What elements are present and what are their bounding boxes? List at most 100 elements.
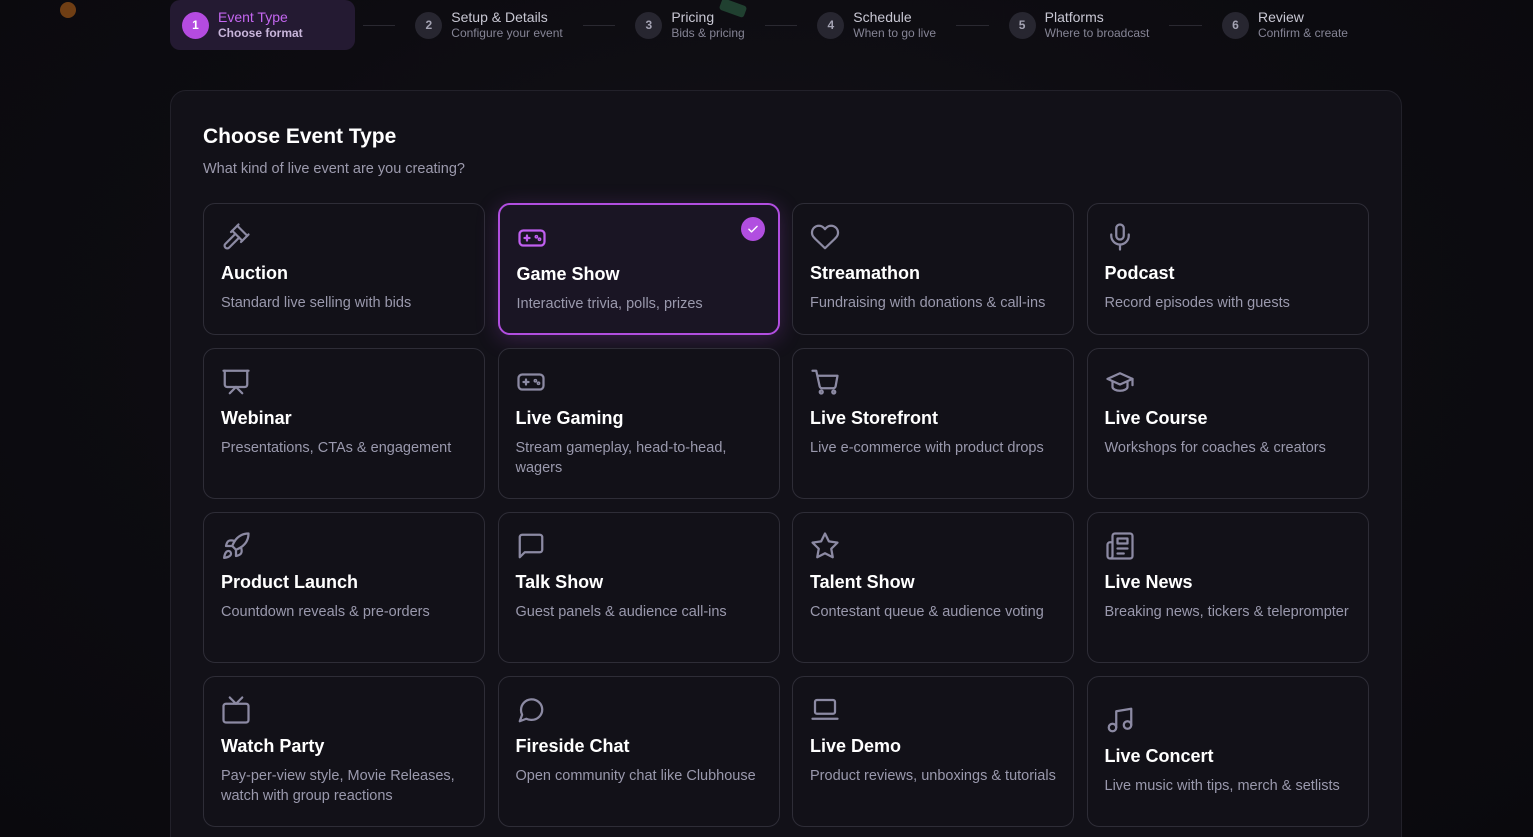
card-live-course[interactable]: Live Course Workshops for coaches & crea… (1086, 348, 1369, 499)
step-subtitle: Where to broadcast (1044, 26, 1150, 40)
message-square-icon (516, 530, 548, 562)
gamepad-icon (517, 222, 549, 254)
card-talent-show[interactable]: Talent Show Contestant queue & audience … (792, 512, 1074, 663)
card-description: Contestant queue & audience voting (810, 604, 1044, 620)
graduation-cap-icon (1105, 366, 1137, 398)
card-title: Live Course (1104, 408, 1208, 428)
card-title: Auction (221, 263, 288, 283)
card-description: Workshops for coaches & creators (1104, 440, 1326, 456)
card-description: Standard live selling with bids (221, 295, 412, 311)
presentation-icon (221, 366, 253, 398)
step-pricing[interactable]: 3 Pricing Bids & pricing (623, 0, 756, 50)
page-subtitle: What kind of live event are you creating… (203, 161, 465, 177)
card-auction[interactable]: Auction Standard live selling with bids (203, 203, 485, 335)
step-connector (362, 24, 396, 26)
card-streamathon[interactable]: Streamathon Fundraising with donations &… (792, 203, 1074, 335)
microphone-icon (1105, 221, 1137, 253)
card-title: Live Demo (810, 736, 902, 756)
card-description: Presentations, CTAs & engagement (221, 440, 452, 456)
card-title: Fireside Chat (515, 736, 630, 756)
step-title: Platforms (1044, 9, 1104, 25)
card-product-launch[interactable]: Product Launch Countdown reveals & pre-o… (203, 512, 485, 663)
step-subtitle: Confirm & create (1257, 26, 1348, 40)
card-description: Stream gameplay, head-to-head, wagers (515, 440, 727, 476)
card-title: Talk Show (515, 572, 604, 592)
step-subtitle: Configure your event (451, 26, 563, 40)
newspaper-icon (1105, 530, 1137, 562)
step-connector (582, 24, 616, 26)
card-live-storefront[interactable]: Live Storefront Live e-commerce with pro… (792, 348, 1074, 499)
gamepad-icon (516, 366, 548, 398)
card-description: Breaking news, tickers & teleprompter (1104, 604, 1349, 620)
step-number: 5 (1008, 11, 1036, 39)
card-description: Open community chat like Clubhouse (515, 768, 756, 784)
card-live-gaming[interactable]: Live Gaming Stream gameplay, head-to-hea… (497, 348, 780, 499)
card-live-concert[interactable]: Live Concert Live music with tips, merch… (1086, 676, 1369, 827)
card-watch-party[interactable]: Watch Party Pay-per-view style, Movie Re… (203, 676, 485, 827)
step-platforms[interactable]: 5 Platforms Where to broadcast (997, 0, 1162, 50)
step-number: 1 (182, 11, 209, 39)
card-title: Podcast (1104, 263, 1175, 283)
card-talk-show[interactable]: Talk Show Guest panels & audience call-i… (497, 512, 780, 663)
step-event-type[interactable]: 1 Event Type Choose format (170, 0, 355, 50)
card-title: Talent Show (810, 572, 915, 592)
cart-icon (810, 366, 842, 398)
step-title: Review (1257, 9, 1304, 25)
step-number: 2 (415, 11, 443, 39)
card-title: Live Gaming (515, 408, 624, 428)
step-setup-details[interactable]: 2 Setup & Details Configure your event (403, 0, 574, 50)
card-title: Webinar (221, 408, 292, 428)
step-subtitle: When to go live (853, 26, 937, 40)
card-title: Watch Party (221, 736, 325, 756)
card-title: Game Show (516, 264, 620, 284)
card-title: Streamathon (810, 263, 921, 283)
step-title: Schedule (853, 9, 912, 25)
step-subtitle: Bids & pricing (671, 26, 745, 40)
step-schedule[interactable]: 4 Schedule When to go live (805, 0, 948, 50)
step-number: 3 (635, 11, 663, 39)
music-icon (1105, 704, 1137, 736)
card-title: Live News (1104, 572, 1193, 592)
step-number: 6 (1221, 11, 1249, 39)
card-description: Guest panels & audience call-ins (515, 604, 727, 620)
event-type-grid: Auction Standard live selling with bids … (203, 203, 1369, 827)
check-icon (740, 217, 765, 241)
card-fireside-chat[interactable]: Fireside Chat Open community chat like C… (497, 676, 780, 827)
card-live-news[interactable]: Live News Breaking news, tickers & telep… (1086, 512, 1369, 663)
card-title: Product Launch (221, 572, 359, 592)
event-type-panel: Choose Event Type What kind of live even… (170, 90, 1402, 837)
card-game-show[interactable]: Game Show Interactive trivia, polls, pri… (497, 203, 780, 335)
message-circle-icon (516, 694, 548, 726)
step-number: 4 (817, 11, 845, 39)
card-description: Record episodes with guests (1104, 295, 1290, 311)
card-webinar[interactable]: Webinar Presentations, CTAs & engagement (203, 348, 485, 499)
gavel-icon (221, 221, 253, 253)
card-live-demo[interactable]: Live Demo Product reviews, unboxings & t… (792, 676, 1074, 827)
confetti-decoration (60, 2, 76, 18)
step-connector (764, 24, 798, 26)
step-subtitle: Choose format (218, 26, 303, 40)
card-description: Interactive trivia, polls, prizes (516, 296, 703, 312)
step-connector (1169, 24, 1202, 26)
step-title: Setup & Details (451, 9, 548, 25)
page-title: Choose Event Type (203, 125, 397, 148)
heart-icon (810, 221, 842, 253)
card-title: Live Storefront (810, 408, 939, 428)
card-description: Pay-per-view style, Movie Releases, watc… (221, 768, 455, 804)
card-description: Countdown reveals & pre-orders (221, 604, 430, 620)
step-connector (956, 24, 989, 26)
step-title: Event Type (218, 9, 288, 25)
rocket-icon (221, 530, 253, 562)
card-description: Fundraising with donations & call-ins (810, 295, 1046, 311)
card-title: Live Concert (1104, 746, 1214, 766)
card-podcast[interactable]: Podcast Record episodes with guests (1086, 203, 1369, 335)
step-title: Pricing (671, 9, 715, 25)
step-review[interactable]: 6 Review Confirm & create (1210, 0, 1360, 50)
card-description: Product reviews, unboxings & tutorials (810, 768, 1056, 784)
card-description: Live e-commerce with product drops (810, 440, 1044, 456)
wizard-stepper: 1 Event Type Choose format 2 Setup & Det… (170, 0, 1360, 50)
star-icon (810, 530, 842, 562)
card-description: Live music with tips, merch & setlists (1104, 778, 1340, 794)
tv-icon (221, 694, 253, 726)
laptop-icon (810, 694, 842, 726)
